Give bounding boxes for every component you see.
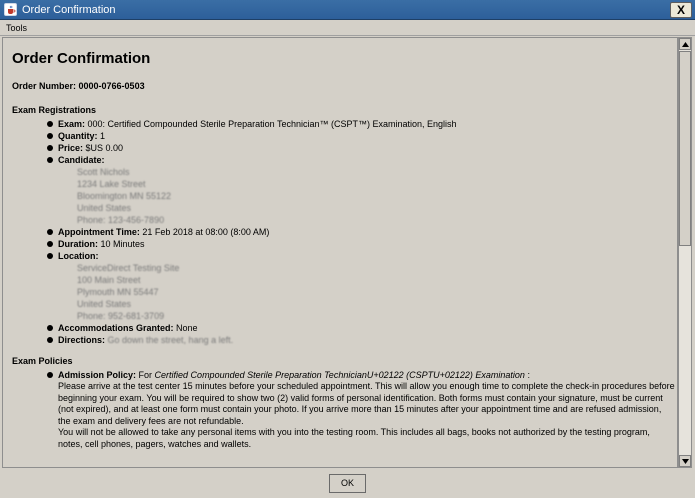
candidate-address-line: Bloomington MN 55122: [77, 191, 172, 201]
java-cup-icon: [4, 3, 17, 16]
menu-bar: Tools: [0, 20, 695, 36]
admission-policy-label: Admission Policy:: [58, 370, 137, 380]
exam-value: 000: Certified Compounded Sterile Prepar…: [85, 119, 457, 129]
registration-details: Exam: 000: Certified Compounded Sterile …: [47, 118, 677, 346]
exam-registrations-heading: Exam Registrations: [12, 105, 97, 115]
price-label: Price:: [58, 143, 84, 153]
order-number: Order Number: 0000-0766-0503: [12, 81, 677, 91]
page-title: Order Confirmation: [12, 50, 151, 67]
ok-button[interactable]: OK: [329, 474, 366, 493]
duration-value: 10 Minutes: [98, 239, 145, 249]
accommodations-value: None: [173, 323, 198, 333]
scroll-thumb[interactable]: [679, 51, 691, 246]
price-value: $US 0.00: [83, 143, 124, 153]
candidate-address-line: Phone: 123-456-7890: [77, 215, 165, 225]
appointment-value: 21 Feb 2018 at 08:00 (8:00 AM): [139, 227, 270, 237]
close-button[interactable]: X: [670, 2, 692, 18]
location-address: ServiceDirect Testing Site 100 Main Stre…: [77, 262, 677, 322]
accommodations-item: Accommodations Granted: None: [47, 322, 677, 334]
location-address-line: 100 Main Street: [77, 275, 141, 285]
location-item: Location: ServiceDirect Testing Site 100…: [47, 250, 677, 322]
accommodations-label: Accommodations Granted:: [58, 323, 174, 333]
candidate-item: Candidate: Scott Nichols 1234 Lake Stree…: [47, 154, 677, 226]
location-address-line: Phone: 952-681-3709: [77, 311, 165, 321]
candidate-address-line: Scott Nichols: [77, 167, 130, 177]
location-address-line: ServiceDirect Testing Site: [77, 263, 180, 273]
admission-intro: For: [136, 370, 155, 380]
arrow-up-icon: [681, 41, 689, 47]
appointment-item: Appointment Time: 21 Feb 2018 at 08:00 (…: [47, 226, 677, 238]
admission-paragraph-2: You will not be allowed to take any pers…: [58, 427, 650, 449]
candidate-label: Candidate:: [58, 155, 105, 165]
appointment-label: Appointment Time:: [58, 227, 140, 237]
scroll-up-button[interactable]: [679, 38, 691, 50]
menu-tools[interactable]: Tools: [0, 23, 33, 33]
admission-intro-end: :: [524, 370, 530, 380]
directions-value: Go down the street, hang a left.: [105, 335, 234, 345]
quantity-label: Quantity:: [58, 131, 98, 141]
location-label: Location:: [58, 251, 99, 261]
candidate-address-line: 1234 Lake Street: [77, 179, 146, 189]
title-bar: Order Confirmation X: [0, 0, 695, 20]
quantity-value: 1: [97, 131, 106, 141]
location-address-line: Plymouth MN 55447: [77, 287, 159, 297]
admission-policy-item: Admission Policy: For Certified Compound…: [47, 369, 677, 450]
scroll-down-button[interactable]: [679, 455, 691, 467]
admission-exam-name: Certified Compounded Sterile Preparation…: [154, 370, 525, 380]
exam-label: Exam:: [58, 119, 86, 129]
exam-policies-heading: Exam Policies: [12, 356, 73, 366]
confirmation-content: Order Confirmation Order Number: 0000-07…: [2, 37, 678, 468]
vertical-scrollbar[interactable]: [678, 37, 692, 468]
admission-paragraph-1: Please arrive at the test center 15 minu…: [58, 381, 675, 426]
duration-label: Duration:: [58, 239, 98, 249]
exam-item: Exam: 000: Certified Compounded Sterile …: [47, 118, 677, 130]
candidate-address: Scott Nichols 1234 Lake Street Bloomingt…: [77, 166, 677, 226]
quantity-item: Quantity: 1: [47, 130, 677, 142]
policy-list: Admission Policy: For Certified Compound…: [47, 369, 677, 450]
price-item: Price: $US 0.00: [47, 142, 677, 154]
arrow-down-icon: [681, 458, 689, 464]
candidate-address-line: United States: [77, 203, 132, 213]
duration-item: Duration: 10 Minutes: [47, 238, 677, 250]
order-number-value: 0000-0766-0503: [78, 81, 145, 91]
window-title: Order Confirmation: [22, 3, 116, 16]
directions-item: Directions: Go down the street, hang a l…: [47, 334, 677, 346]
order-number-label: Order Number:: [12, 81, 79, 91]
location-address-line: United States: [77, 299, 132, 309]
directions-label: Directions:: [58, 335, 106, 345]
